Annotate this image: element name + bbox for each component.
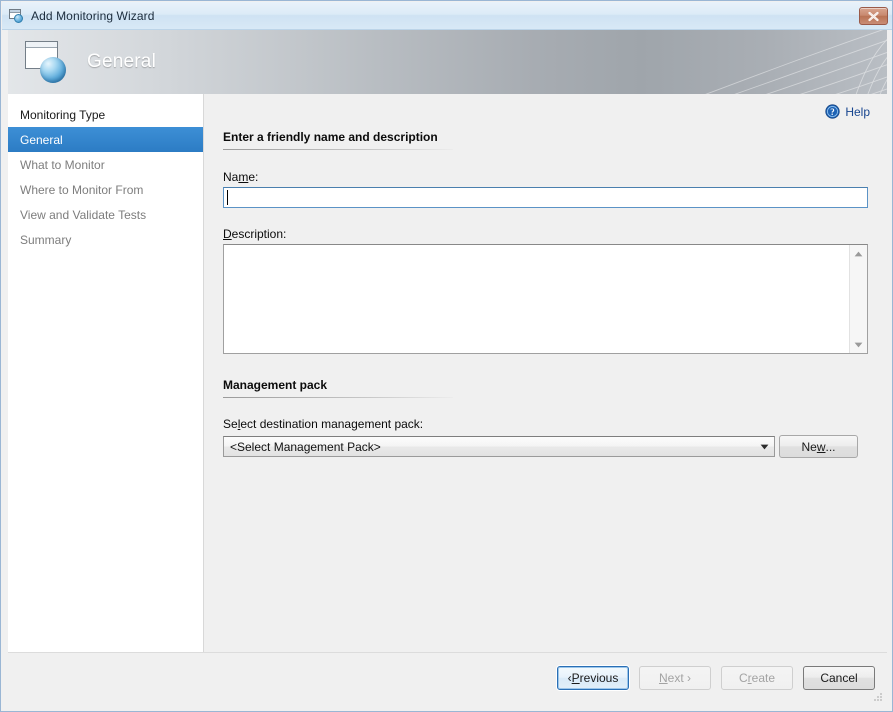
management-pack-dropdown[interactable]: <Select Management Pack> <box>223 436 775 457</box>
wizard-content-pane: ? Help Enter a friendly name and descrip… <box>205 94 887 652</box>
page-title: General <box>87 51 156 72</box>
sidebar-item-label: Monitoring Type <box>20 107 106 122</box>
text-caret <box>227 190 228 205</box>
cancel-button-label: Cancel <box>820 671 858 685</box>
name-label-post: e: <box>248 170 259 184</box>
help-link[interactable]: ? Help <box>825 104 870 119</box>
title-bar: Add Monitoring Wizard <box>2 2 892 30</box>
description-label: Description: <box>223 227 286 241</box>
section-divider-general <box>223 149 453 150</box>
sidebar-item-summary[interactable]: Summary <box>8 227 203 252</box>
mp-label-pre: Se <box>223 417 238 431</box>
chevron-down-icon <box>854 342 863 347</box>
next-button[interactable]: Next › <box>639 666 711 690</box>
description-scrollbar[interactable] <box>849 245 867 353</box>
sidebar-item-label: General <box>20 132 63 147</box>
section-divider-management-pack <box>223 397 453 398</box>
scroll-down-arrow[interactable] <box>850 336 867 353</box>
help-circle-icon: ? <box>825 104 840 119</box>
banner-mesh-decoration <box>705 30 887 94</box>
section-heading-general: Enter a friendly name and description <box>223 130 438 144</box>
cancel-button[interactable]: Cancel <box>803 666 875 690</box>
description-label-accel: D <box>223 227 232 241</box>
create-button-post: eate <box>751 671 776 685</box>
previous-button-post: revious <box>579 671 619 685</box>
new-button-accel: w <box>816 439 826 454</box>
sidebar-item-label: Summary <box>20 232 72 247</box>
wizard-header-banner: General <box>8 30 887 94</box>
name-input[interactable] <box>223 187 868 208</box>
create-button[interactable]: Cr eate <box>721 666 793 690</box>
svg-text:?: ? <box>831 107 835 117</box>
close-icon <box>868 11 879 21</box>
previous-button-accel: P <box>571 671 580 685</box>
monitor-globe-icon <box>9 8 25 23</box>
chevron-up-icon <box>854 251 863 256</box>
wizard-footer: ‹ Previous Next › Cr eate Cancel <box>8 652 887 706</box>
new-management-pack-button[interactable]: Ne w... <box>779 435 858 458</box>
sidebar-item-general[interactable]: General <box>8 127 203 152</box>
sidebar-item-label: What to Monitor <box>20 157 105 172</box>
monitor-globe-icon <box>22 39 70 85</box>
window-title: Add Monitoring Wizard <box>31 8 155 23</box>
name-label: Name: <box>223 170 258 184</box>
resize-grip-icon[interactable] <box>871 691 883 703</box>
description-label-post: escription: <box>231 227 287 241</box>
next-button-post: ext › <box>667 671 691 685</box>
next-button-accel: N <box>658 671 668 685</box>
wizard-step-sidebar: Monitoring Type General What to Monitor … <box>8 94 204 652</box>
scroll-up-arrow[interactable] <box>850 245 867 262</box>
sidebar-item-what-to-monitor[interactable]: What to Monitor <box>8 152 203 177</box>
sidebar-item-label: Where to Monitor From <box>20 182 144 197</box>
name-label-accel: m <box>238 170 249 184</box>
create-button-pre: C <box>738 671 748 685</box>
previous-button[interactable]: ‹ Previous <box>557 666 629 690</box>
select-management-pack-label: Select destination management pack: <box>223 417 423 431</box>
description-textarea-wrap <box>223 244 868 354</box>
sidebar-item-monitoring-type[interactable]: Monitoring Type <box>8 102 203 127</box>
new-button-post: ... <box>825 439 836 454</box>
sidebar-item-where-to-monitor-from[interactable]: Where to Monitor From <box>8 177 203 202</box>
help-label: Help <box>845 104 870 119</box>
section-heading-management-pack: Management pack <box>223 378 328 392</box>
add-monitoring-wizard-window: Add Monitoring Wizard General Monitoring… <box>0 0 893 712</box>
management-pack-selected-value: <Select Management Pack> <box>230 439 381 454</box>
new-button-pre: Ne <box>801 439 817 454</box>
chevron-down-icon <box>754 444 774 450</box>
sidebar-item-label: View and Validate Tests <box>20 207 147 222</box>
name-label-pre: Na <box>223 170 239 184</box>
close-button[interactable] <box>859 7 888 25</box>
sidebar-item-view-and-validate-tests[interactable]: View and Validate Tests <box>8 202 203 227</box>
mp-label-post: ect destination management pack: <box>240 417 424 431</box>
